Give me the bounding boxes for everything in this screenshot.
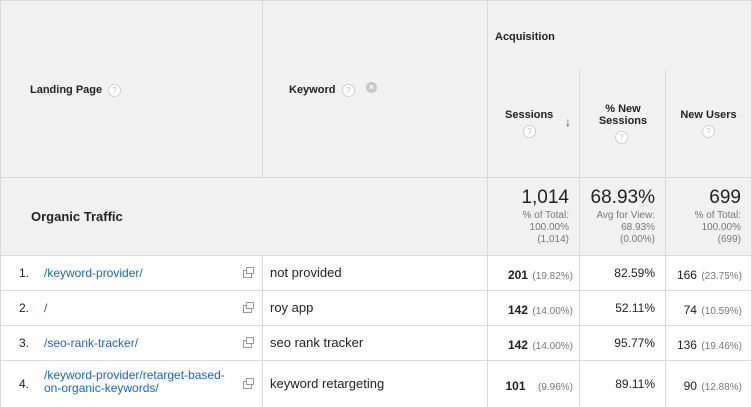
- table-row: 1. /keyword-provider/: [0, 255, 262, 291]
- new-sessions-header[interactable]: % New Sessions ?: [579, 70, 665, 178]
- sessions-value: 201: [507, 268, 528, 282]
- summary-sessions-cell: 1,014 % of Total: 100.00% (1,014): [487, 177, 579, 256]
- open-link-icon[interactable]: [243, 337, 254, 348]
- keyword-header-label: Keyword: [289, 84, 336, 96]
- sessions-value: 142: [507, 338, 528, 352]
- help-icon[interactable]: ?: [108, 84, 121, 97]
- sessions-cell: 101 (9.96%): [487, 360, 579, 407]
- new-users-percent: (12.88%): [701, 382, 742, 393]
- sessions-header-label: Sessions: [505, 109, 554, 121]
- keyword-value: keyword retargeting: [270, 376, 385, 391]
- new-users-percent: (19.46%): [701, 341, 742, 352]
- summary-new-users-caption: % of Total:: [694, 210, 741, 221]
- new-sessions-cell: 52.11%: [579, 290, 665, 326]
- sort-descending-icon[interactable]: ↓: [565, 115, 571, 129]
- keyword-value: roy app: [270, 300, 314, 315]
- landing-page-link[interactable]: /: [44, 301, 47, 315]
- table-row: 4. /keyword-provider/retarget-based- on-…: [0, 360, 262, 407]
- open-link-icon[interactable]: [243, 378, 254, 389]
- help-icon[interactable]: ?: [702, 125, 715, 138]
- acquisition-label: Acquisition: [495, 31, 555, 43]
- new-users-header-label: New Users: [680, 109, 737, 121]
- new-sessions-header-line1: % New: [605, 103, 641, 115]
- landing-page-link[interactable]: /seo-rank-tracker/: [44, 336, 138, 350]
- sessions-header[interactable]: Sessions ↓ ?: [487, 70, 579, 178]
- summary-new-sessions-delta: (0.00%): [619, 234, 655, 245]
- acquisition-group-header: Acquisition: [487, 0, 752, 71]
- summary-sessions-caption: % of Total:: [522, 210, 569, 221]
- help-icon[interactable]: ?: [615, 131, 628, 144]
- new-sessions-cell: 95.77%: [579, 325, 665, 361]
- new-sessions-value: 82.59%: [614, 266, 655, 280]
- open-link-icon[interactable]: [243, 267, 254, 278]
- new-sessions-header-line2: Sessions: [598, 115, 648, 127]
- keyword-cell: seo rank tracker: [262, 325, 488, 361]
- new-sessions-value: 89.11%: [615, 377, 655, 391]
- keyword-cell: not provided: [262, 255, 488, 291]
- sessions-value: 101: [505, 379, 526, 393]
- sessions-cell: 201 (19.82%): [487, 255, 579, 291]
- new-users-value: 136: [676, 338, 697, 352]
- sessions-percent: (19.82%): [532, 271, 573, 282]
- sessions-percent: (14.00%): [532, 306, 573, 317]
- sessions-value: 142: [507, 303, 528, 317]
- landing-page-link[interactable]: /keyword-provider/retarget-based- on-org…: [44, 369, 225, 395]
- keyword-cell: keyword retargeting: [262, 360, 488, 407]
- new-users-value: 74: [683, 303, 697, 317]
- row-number: 2.: [19, 301, 30, 315]
- new-users-value: 166: [676, 268, 697, 282]
- help-icon[interactable]: ?: [342, 84, 355, 97]
- landing-page-link-line1[interactable]: /keyword-provider/retarget-based-: [44, 368, 225, 382]
- summary-sessions-value: 1,014: [521, 187, 569, 208]
- keyword-header[interactable]: Keyword ? ×: [262, 0, 488, 178]
- landing-page-header-label: Landing Page: [30, 84, 103, 96]
- open-link-icon[interactable]: [243, 302, 254, 313]
- summary-sessions-total: (1,014): [537, 234, 569, 245]
- new-sessions-value: 52.11%: [615, 301, 655, 315]
- table-row: 3. /seo-rank-tracker/: [0, 325, 262, 361]
- sessions-cell: 142 (14.00%): [487, 325, 579, 361]
- new-users-header[interactable]: New Users ?: [665, 70, 752, 178]
- row-number: 4.: [19, 377, 30, 391]
- help-icon[interactable]: ?: [523, 125, 536, 138]
- new-users-cell: 166 (23.75%): [665, 255, 752, 291]
- remove-dimension-icon[interactable]: ×: [366, 82, 377, 93]
- sessions-cell: 142 (14.00%): [487, 290, 579, 326]
- summary-new-users-total: (699): [717, 234, 741, 245]
- summary-sessions-percent: 100.00%: [529, 222, 569, 233]
- table-row: 2. /: [0, 290, 262, 326]
- summary-label-cell: Organic Traffic: [0, 177, 488, 256]
- keyword-value: not provided: [270, 265, 342, 280]
- new-users-percent: (23.75%): [701, 271, 742, 282]
- summary-new-users-percent: 100.00%: [701, 222, 741, 233]
- landing-page-link[interactable]: /keyword-provider/: [44, 266, 143, 280]
- new-users-cell: 74 (10.59%): [665, 290, 752, 326]
- keyword-value: seo rank tracker: [270, 335, 364, 350]
- new-users-value: 90: [683, 379, 697, 393]
- sessions-percent: (14.00%): [532, 341, 573, 352]
- segment-name: Organic Traffic: [31, 209, 123, 224]
- new-sessions-value: 95.77%: [614, 336, 655, 350]
- keyword-cell: roy app: [262, 290, 488, 326]
- summary-new-users-value: 699: [709, 187, 741, 208]
- row-number: 1.: [19, 266, 30, 280]
- landing-page-link-line2[interactable]: on-organic-keywords/: [44, 381, 159, 395]
- new-sessions-cell: 82.59%: [579, 255, 665, 291]
- report-table: Landing Page ? Keyword ? × Acquisition S…: [0, 0, 752, 407]
- new-users-cell: 136 (19.46%): [665, 325, 752, 361]
- summary-new-sessions-caption: Avg for View:: [596, 210, 655, 221]
- summary-new-sessions-value: 68.93%: [590, 187, 655, 208]
- new-users-percent: (10.59%): [701, 306, 742, 317]
- summary-new-sessions-avg: 68.93%: [621, 222, 655, 233]
- summary-new-users-cell: 699 % of Total: 100.00% (699): [665, 177, 752, 256]
- new-users-cell: 90 (12.88%): [665, 360, 752, 407]
- row-number: 3.: [19, 336, 30, 350]
- summary-new-sessions-cell: 68.93% Avg for View: 68.93% (0.00%): [579, 177, 665, 256]
- sessions-percent: (9.96%): [537, 382, 573, 393]
- new-sessions-cell: 89.11%: [579, 360, 665, 407]
- landing-page-header[interactable]: Landing Page ?: [0, 0, 262, 178]
